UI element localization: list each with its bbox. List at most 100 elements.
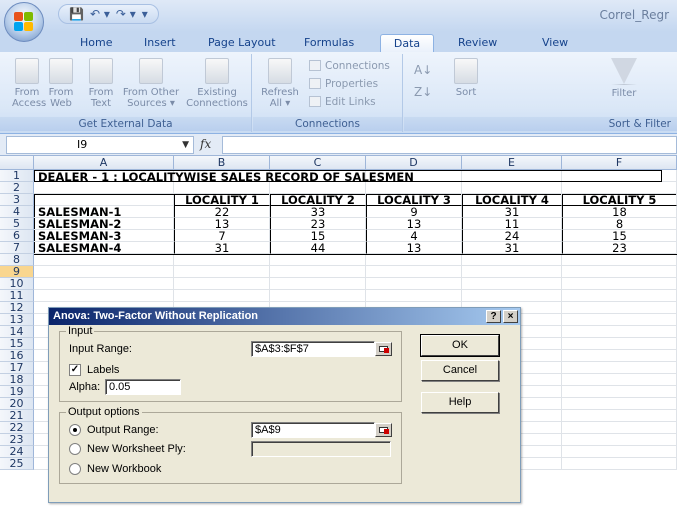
office-button[interactable] <box>4 2 44 42</box>
grid-cell[interactable] <box>562 422 677 434</box>
grid-cell[interactable] <box>562 326 677 338</box>
salesman-name-cell[interactable]: SALESMAN-4 <box>34 242 174 254</box>
grid-cell[interactable] <box>462 266 562 278</box>
grid-cell[interactable] <box>562 350 677 362</box>
tab-view[interactable]: View <box>534 34 576 52</box>
output-range-collapse-icon[interactable] <box>375 423 392 437</box>
grid-cell[interactable] <box>562 290 677 302</box>
grid-cell[interactable] <box>562 386 677 398</box>
output-range-radio[interactable] <box>69 424 81 436</box>
input-range-field[interactable]: $A$3:$F$7 <box>251 341 375 357</box>
grid-cell[interactable] <box>462 254 562 266</box>
insert-function-icon[interactable]: fx <box>200 137 211 151</box>
grid-cell[interactable] <box>270 266 366 278</box>
grid-cell[interactable] <box>562 374 677 386</box>
dialog-help-icon[interactable]: ? <box>486 310 501 323</box>
tab-formulas[interactable]: Formulas <box>296 34 362 52</box>
grid-cell[interactable] <box>562 254 677 266</box>
grid-cell[interactable] <box>562 266 677 278</box>
name-box-dropdown-icon[interactable]: ▼ <box>182 137 189 153</box>
alpha-field[interactable]: 0.05 <box>105 379 181 395</box>
existing-connections-button[interactable]: Existing Connections <box>186 58 248 109</box>
grid-cell[interactable] <box>462 290 562 302</box>
grid-cell[interactable] <box>562 398 677 410</box>
grid-cell[interactable] <box>366 278 462 290</box>
sales-value-cell[interactable]: 31 <box>462 242 562 254</box>
column-header-c[interactable]: C <box>270 156 366 170</box>
tab-data[interactable]: Data <box>380 34 434 52</box>
tab-page-layout[interactable]: Page Layout <box>200 34 284 52</box>
grid-cell[interactable] <box>366 266 462 278</box>
column-header-d[interactable]: D <box>366 156 462 170</box>
sort-ascending-icon[interactable]: A↓ <box>414 62 432 78</box>
grid-cell[interactable] <box>562 410 677 422</box>
formula-input[interactable] <box>222 136 677 154</box>
new-worksheet-ply-field[interactable] <box>251 441 391 457</box>
grid-cell[interactable] <box>562 458 677 470</box>
grid-cell[interactable] <box>34 254 174 266</box>
dialog-close-icon[interactable]: × <box>503 310 518 323</box>
column-header-b[interactable]: B <box>174 156 270 170</box>
grid-cell[interactable] <box>174 254 270 266</box>
help-button[interactable]: Help <box>421 392 499 413</box>
column-header-f[interactable]: F <box>562 156 677 170</box>
grid-cell[interactable] <box>366 290 462 302</box>
from-other-sources-button[interactable]: From Other Sources ▾ <box>122 58 180 109</box>
sort-descending-icon[interactable]: Z↓ <box>414 84 432 100</box>
grid-cell[interactable] <box>34 266 174 278</box>
tab-review[interactable]: Review <box>450 34 505 52</box>
cancel-button[interactable]: Cancel <box>421 360 499 381</box>
grid-cell[interactable] <box>562 362 677 374</box>
grid-cell[interactable] <box>562 338 677 350</box>
grid-cell[interactable] <box>562 434 677 446</box>
column-header-e[interactable]: E <box>462 156 562 170</box>
tab-insert[interactable]: Insert <box>136 34 184 52</box>
input-range-collapse-icon[interactable] <box>375 342 392 356</box>
sort-button[interactable]: Sort <box>446 58 486 98</box>
output-range-field[interactable]: $A$9 <box>251 422 375 438</box>
grid-cell[interactable] <box>34 278 174 290</box>
grid-cell[interactable] <box>462 278 562 290</box>
ok-button[interactable]: OK <box>420 334 500 357</box>
labels-checkbox[interactable]: ✓ <box>69 364 81 376</box>
undo-icon[interactable]: ↶ ▾ <box>90 7 110 21</box>
existing-connections-icon <box>205 58 229 84</box>
grid-cell[interactable] <box>34 290 174 302</box>
filter-button[interactable]: Filter <box>604 58 644 99</box>
save-icon[interactable]: 💾 <box>69 7 84 21</box>
sales-value-cell[interactable]: 23 <box>562 242 677 254</box>
new-worksheet-ply-label: New Worksheet Ply: <box>87 443 186 455</box>
properties-button[interactable]: Properties <box>309 76 378 92</box>
edit-links-button[interactable]: Edit Links <box>309 94 376 110</box>
from-web-button[interactable]: From Web <box>46 58 76 109</box>
from-access-button[interactable]: From Access <box>12 58 46 109</box>
sales-value-cell[interactable]: 13 <box>366 242 462 254</box>
grid-cell[interactable] <box>270 290 366 302</box>
grid-cell[interactable] <box>562 446 677 458</box>
refresh-all-button[interactable]: Refresh All ▾ <box>261 58 299 109</box>
grid-cell[interactable] <box>174 290 270 302</box>
sales-value-cell[interactable]: 44 <box>270 242 366 254</box>
new-workbook-radio[interactable] <box>69 463 81 475</box>
row-header-25[interactable]: 25 <box>0 458 34 470</box>
customize-qat-icon[interactable]: ▾ <box>142 7 148 21</box>
tab-home[interactable]: Home <box>72 34 120 52</box>
grid-cell[interactable] <box>174 278 270 290</box>
grid-cell[interactable] <box>174 266 270 278</box>
redo-icon[interactable]: ↷ ▾ <box>116 7 136 21</box>
grid-cell[interactable] <box>366 254 462 266</box>
select-all-corner[interactable] <box>0 156 34 170</box>
grid-cell[interactable] <box>270 254 366 266</box>
connections-button[interactable]: Connections <box>309 58 390 74</box>
grid-cell[interactable] <box>270 278 366 290</box>
grid-cell[interactable] <box>562 314 677 326</box>
new-workbook-label: New Workbook <box>87 463 162 475</box>
sheet-title-cell[interactable]: DEALER - 1 : LOCALITYWISE SALES RECORD O… <box>34 170 662 183</box>
from-text-button[interactable]: From Text <box>86 58 116 109</box>
grid-cell[interactable] <box>562 302 677 314</box>
grid-cell[interactable] <box>562 278 677 290</box>
sales-value-cell[interactable]: 31 <box>174 242 270 254</box>
column-header-a[interactable]: A <box>34 156 174 170</box>
new-worksheet-ply-radio[interactable] <box>69 443 81 455</box>
name-box[interactable]: I9 ▼ <box>6 136 194 154</box>
